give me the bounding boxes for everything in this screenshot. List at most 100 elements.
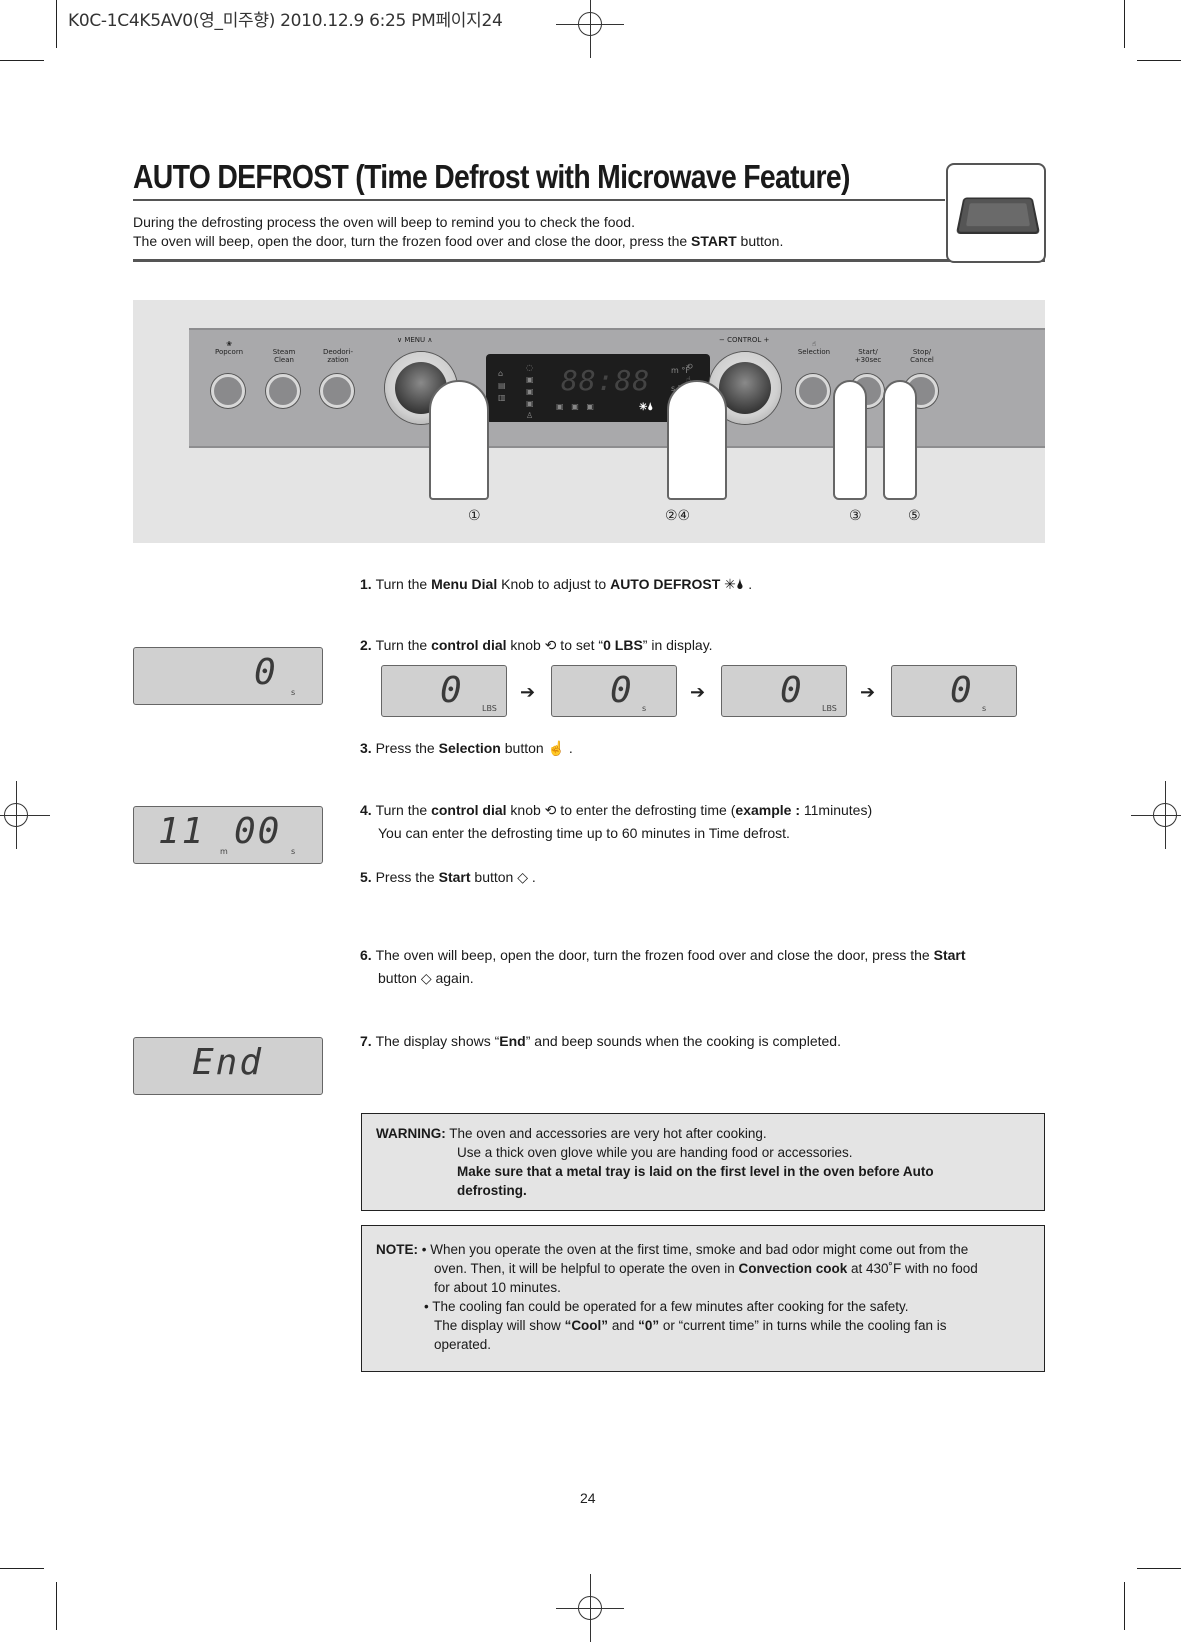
display-m-unit: m bbox=[220, 847, 228, 856]
clean-label: Clean bbox=[274, 356, 294, 364]
selection-button-label: ☝ Selection bbox=[789, 340, 839, 356]
step-text: The display shows “ bbox=[375, 1033, 500, 1049]
warning-line-1: WARNING: The oven and accessories are ve… bbox=[376, 1124, 1030, 1143]
display-unit: s bbox=[642, 704, 647, 713]
finger-illustration-start bbox=[883, 380, 917, 500]
display-digits: 88:88 bbox=[561, 364, 651, 397]
step-emphasis: Start bbox=[933, 947, 966, 963]
deodori-label: Deodori- bbox=[322, 348, 354, 356]
step-number: 7. bbox=[360, 1033, 376, 1049]
display-value: 0 bbox=[610, 670, 634, 711]
display-sequence-1: 0 LBS bbox=[381, 665, 507, 717]
auto-defrost-indicator-icon: ✳🌢 bbox=[639, 402, 654, 413]
print-slug: K0C-1C4K5AV0(영_미주향) 2010.12.9 6:25 PM페이지… bbox=[68, 11, 503, 31]
intro-line-2-text: The oven will beep, open the door, turn … bbox=[133, 233, 692, 249]
deodorization-button[interactable] bbox=[320, 374, 354, 408]
popcorn-button[interactable] bbox=[211, 374, 245, 408]
step-line: 4. Turn the control dial knob ⟲ to enter… bbox=[360, 797, 872, 823]
display-value: 0 bbox=[780, 670, 804, 711]
note-zero-emphasis: “0” bbox=[638, 1318, 660, 1333]
stop-label: Stop/ bbox=[912, 348, 932, 356]
display-symbols-left: ⌂ ▤ ▥ bbox=[498, 369, 506, 402]
note-line-5: The display will show “Cool” and “0” or … bbox=[376, 1316, 1030, 1335]
step-text: knob ⟲ to enter the defrosting time ( bbox=[506, 802, 736, 818]
note-text: and bbox=[608, 1318, 639, 1333]
step-text: Turn the bbox=[375, 637, 432, 653]
hand-illustration-control bbox=[667, 380, 727, 500]
note-convection-emphasis: Convection cook bbox=[738, 1261, 848, 1276]
steam-clean-button[interactable] bbox=[266, 374, 300, 408]
step-emphasis: example : bbox=[735, 802, 800, 818]
page-number: 24 bbox=[580, 1490, 596, 1506]
arrow-right-icon: ➔ bbox=[860, 682, 876, 702]
display-sequence-4: 0 s bbox=[891, 665, 1017, 717]
registration-mark-right bbox=[1131, 781, 1181, 849]
display-end-value: End bbox=[192, 1042, 264, 1083]
step-text: ” in display. bbox=[642, 637, 713, 653]
step-text: ✳🌢 . bbox=[720, 576, 753, 592]
popcorn-icon: ❀ bbox=[226, 340, 232, 348]
display-unit: LBS bbox=[482, 704, 497, 713]
intro-line-1: During the defrosting process the oven w… bbox=[133, 214, 635, 230]
step-number: 2. bbox=[360, 637, 376, 653]
steam-label: Steam bbox=[272, 348, 296, 356]
title-divider bbox=[133, 199, 945, 201]
callout-step-3: ③ bbox=[849, 508, 862, 524]
selection-label: Selection bbox=[797, 348, 831, 356]
step-3: 3. Press the Selection button ☝ . bbox=[360, 735, 573, 761]
warning-text-1: The oven and accessories are very hot af… bbox=[449, 1126, 767, 1141]
display-sequence-3: 0 LBS bbox=[721, 665, 847, 717]
cancel-label: Cancel bbox=[910, 356, 934, 364]
note-label: NOTE: bbox=[376, 1242, 418, 1257]
menu-dial-label: ∨ MENU ∧ bbox=[397, 336, 433, 344]
step-number: 4. bbox=[360, 802, 376, 818]
display-value: 0 bbox=[254, 652, 278, 693]
crop-mark bbox=[1137, 1568, 1181, 1569]
step-number: 3. bbox=[360, 740, 376, 756]
crop-mark bbox=[0, 1568, 44, 1569]
step-text: knob ⟲ to set “ bbox=[506, 637, 604, 653]
step-text: button ◇ . bbox=[470, 869, 536, 885]
display-unit: s bbox=[982, 704, 987, 713]
start-button-label: Start/+30sec bbox=[843, 348, 893, 364]
plus30sec-label: +30sec bbox=[854, 356, 882, 364]
note-line-6: operated. bbox=[434, 1337, 492, 1352]
display-step2-zero-s: 0 s bbox=[133, 647, 323, 705]
accessory-box bbox=[946, 163, 1046, 263]
display-value: 0 bbox=[440, 670, 464, 711]
step-7: 7. The display shows “End” and beep soun… bbox=[360, 1028, 841, 1054]
step-6: 6. The oven will beep, open the door, tu… bbox=[360, 942, 966, 988]
hand-illustration-menu bbox=[429, 380, 489, 500]
display-symbols-mid: ◌ ▣ ▣ ▣ ♙ bbox=[526, 363, 534, 420]
arrow-right-icon: ➔ bbox=[520, 682, 536, 702]
stop-button-label: Stop/Cancel bbox=[897, 348, 947, 364]
step-emphasis: Start bbox=[438, 869, 471, 885]
hand-pointer-icon: ☝ bbox=[811, 340, 817, 348]
registration-mark-bottom bbox=[556, 1574, 624, 1642]
step-text: ” and beep sounds when the cooking is co… bbox=[525, 1033, 841, 1049]
arrow-right-icon: ➔ bbox=[690, 682, 706, 702]
display-step4-eleven-minutes: 11 m 00 s bbox=[133, 806, 323, 864]
callout-step-5: ⑤ bbox=[908, 508, 921, 524]
start-label: Start/ bbox=[858, 348, 878, 356]
selection-button[interactable] bbox=[796, 374, 830, 408]
step-emphasis: Menu Dial bbox=[431, 576, 498, 592]
warning-label: WARNING: bbox=[376, 1126, 446, 1141]
step-2: 2. Turn the control dial knob ⟲ to set “… bbox=[360, 632, 713, 658]
metal-tray-icon bbox=[955, 197, 1041, 235]
intro-line-2: The oven will beep, open the door, turn … bbox=[133, 232, 783, 251]
warning-line-3: Make sure that a metal tray is laid on t… bbox=[457, 1164, 934, 1179]
intro-line-2-end: button. bbox=[736, 233, 784, 249]
step-line: 5. Press the Start button ◇ . bbox=[360, 864, 536, 890]
crop-mark bbox=[56, 0, 57, 48]
step-text: The oven will beep, open the door, turn … bbox=[375, 947, 934, 963]
step-emphasis: Selection bbox=[438, 740, 501, 756]
display-s-unit: s bbox=[291, 847, 296, 856]
zation-label: zation bbox=[327, 356, 349, 364]
step-text: 11minutes) bbox=[800, 802, 873, 818]
step-emphasis: control dial bbox=[431, 802, 507, 818]
step-emphasis: 0 LBS bbox=[603, 637, 643, 653]
step-emphasis: AUTO DEFROST bbox=[610, 576, 721, 592]
step-line: 6. The oven will beep, open the door, tu… bbox=[360, 942, 966, 968]
display-sequence-2: 0 s bbox=[551, 665, 677, 717]
